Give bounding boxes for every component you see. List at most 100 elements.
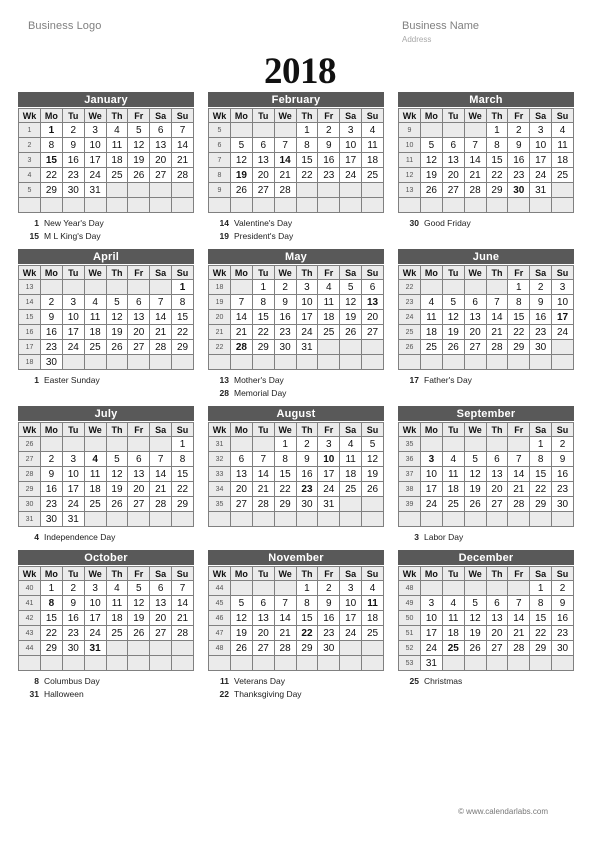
day-cell[interactable]: 31 <box>529 182 553 198</box>
day-cell[interactable]: 27 <box>361 324 384 340</box>
day-cell[interactable]: 25 <box>83 496 107 512</box>
day-cell[interactable]: 11 <box>420 309 443 325</box>
day-cell[interactable]: 30 <box>551 640 574 656</box>
day-cell[interactable]: 8 <box>171 294 194 310</box>
day-cell[interactable]: 23 <box>273 324 297 340</box>
day-cell[interactable]: 29 <box>485 182 509 198</box>
day-cell[interactable]: 15 <box>40 610 63 626</box>
day-cell[interactable]: 18 <box>105 152 129 168</box>
day-cell[interactable]: 2 <box>507 122 531 138</box>
day-cell[interactable]: 13 <box>485 466 509 482</box>
day-cell[interactable]: 5 <box>361 436 384 452</box>
day-cell[interactable]: 22 <box>295 625 319 641</box>
day-cell[interactable]: 24 <box>339 167 363 183</box>
day-cell[interactable]: 6 <box>230 451 253 467</box>
day-cell[interactable]: 24 <box>339 625 363 641</box>
day-cell[interactable]: 3 <box>83 122 107 138</box>
day-cell[interactable]: 4 <box>83 294 107 310</box>
day-cell[interactable]: 17 <box>420 625 443 641</box>
day-cell[interactable]: 27 <box>230 496 253 512</box>
day-cell[interactable]: 22 <box>529 625 553 641</box>
day-cell[interactable]: 4 <box>105 580 129 596</box>
day-cell[interactable]: 27 <box>251 640 275 656</box>
day-cell[interactable]: 22 <box>40 625 63 641</box>
day-cell[interactable]: 17 <box>420 481 443 497</box>
day-cell[interactable]: 20 <box>485 625 509 641</box>
day-cell[interactable]: 14 <box>230 309 253 325</box>
day-cell[interactable]: 10 <box>317 451 341 467</box>
day-cell[interactable]: 20 <box>251 625 275 641</box>
day-cell[interactable]: 27 <box>149 167 173 183</box>
day-cell[interactable]: 9 <box>273 294 297 310</box>
day-cell[interactable]: 8 <box>273 451 297 467</box>
day-cell[interactable]: 30 <box>61 640 85 656</box>
day-cell[interactable]: 7 <box>273 595 297 611</box>
day-cell[interactable]: 23 <box>317 167 341 183</box>
day-cell[interactable]: 18 <box>420 324 443 340</box>
day-cell[interactable]: 19 <box>420 167 443 183</box>
day-cell[interactable]: 22 <box>507 324 531 340</box>
day-cell[interactable]: 12 <box>420 152 443 168</box>
day-cell[interactable]: 12 <box>105 466 129 482</box>
day-cell[interactable]: 16 <box>273 309 297 325</box>
day-cell[interactable]: 9 <box>40 466 63 482</box>
day-cell[interactable]: 25 <box>551 167 574 183</box>
day-cell[interactable]: 16 <box>40 324 63 340</box>
day-cell[interactable]: 26 <box>361 481 384 497</box>
day-cell[interactable]: 4 <box>361 122 384 138</box>
day-cell[interactable]: 2 <box>273 279 297 295</box>
day-cell[interactable]: 31 <box>83 182 107 198</box>
day-cell[interactable]: 23 <box>295 481 319 497</box>
day-cell[interactable]: 24 <box>529 167 553 183</box>
day-cell[interactable]: 6 <box>441 137 465 153</box>
day-cell[interactable]: 26 <box>463 496 487 512</box>
day-cell[interactable]: 11 <box>361 595 384 611</box>
day-cell[interactable]: 17 <box>61 324 85 340</box>
day-cell[interactable]: 15 <box>295 610 319 626</box>
day-cell[interactable]: 13 <box>251 610 275 626</box>
day-cell[interactable]: 13 <box>230 466 253 482</box>
day-cell[interactable]: 21 <box>171 610 194 626</box>
day-cell[interactable]: 13 <box>149 595 173 611</box>
day-cell[interactable]: 27 <box>127 339 151 355</box>
day-cell[interactable]: 29 <box>251 339 275 355</box>
day-cell[interactable]: 21 <box>463 167 487 183</box>
day-cell[interactable]: 18 <box>105 610 129 626</box>
day-cell[interactable]: 23 <box>551 625 574 641</box>
day-cell[interactable]: 19 <box>230 625 253 641</box>
day-cell[interactable]: 2 <box>40 294 63 310</box>
day-cell[interactable]: 16 <box>551 610 574 626</box>
day-cell[interactable]: 2 <box>551 436 574 452</box>
day-cell[interactable]: 23 <box>61 167 85 183</box>
day-cell[interactable]: 30 <box>317 640 341 656</box>
day-cell[interactable]: 8 <box>295 137 319 153</box>
day-cell[interactable]: 23 <box>551 481 574 497</box>
day-cell[interactable]: 20 <box>127 324 151 340</box>
day-cell[interactable]: 29 <box>529 496 553 512</box>
day-cell[interactable]: 18 <box>551 152 574 168</box>
day-cell[interactable]: 10 <box>420 610 443 626</box>
day-cell[interactable]: 13 <box>361 294 384 310</box>
day-cell[interactable]: 27 <box>485 496 509 512</box>
day-cell[interactable]: 5 <box>420 137 443 153</box>
day-cell[interactable]: 30 <box>273 339 297 355</box>
day-cell[interactable]: 4 <box>441 595 465 611</box>
day-cell[interactable]: 10 <box>83 137 107 153</box>
day-cell[interactable]: 17 <box>317 466 341 482</box>
day-cell[interactable]: 14 <box>171 137 194 153</box>
day-cell[interactable]: 2 <box>61 580 85 596</box>
day-cell[interactable]: 26 <box>105 339 129 355</box>
day-cell[interactable]: 30 <box>40 511 63 527</box>
day-cell[interactable]: 3 <box>529 122 553 138</box>
day-cell[interactable]: 21 <box>171 152 194 168</box>
day-cell[interactable]: 7 <box>251 451 275 467</box>
day-cell[interactable]: 3 <box>339 580 363 596</box>
day-cell[interactable]: 28 <box>485 339 509 355</box>
day-cell[interactable]: 15 <box>171 309 194 325</box>
day-cell[interactable]: 9 <box>61 595 85 611</box>
day-cell[interactable]: 26 <box>463 640 487 656</box>
day-cell[interactable]: 10 <box>61 309 85 325</box>
day-cell[interactable]: 24 <box>295 324 319 340</box>
day-cell[interactable]: 20 <box>149 152 173 168</box>
day-cell[interactable]: 19 <box>339 309 363 325</box>
